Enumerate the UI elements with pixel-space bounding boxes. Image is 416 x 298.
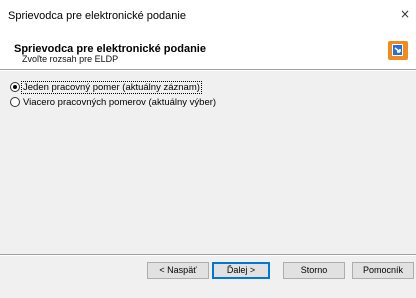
header-subtitle: Zvoľte rozsah pre ELDP xyxy=(22,54,119,64)
back-button[interactable]: < Naspäť xyxy=(147,262,209,279)
radio-button-selected[interactable] xyxy=(10,82,20,92)
window-title: Sprievodca pre elektronické podanie xyxy=(8,10,186,22)
option-single-employment[interactable]: Jeden pracovný pomer (aktuálny záznam) xyxy=(10,80,202,94)
cancel-button[interactable]: Storno xyxy=(283,262,345,279)
next-button[interactable]: Ďalej > xyxy=(212,262,270,279)
help-button[interactable]: Pomocník xyxy=(352,262,414,279)
option-label[interactable]: Viacero pracovných pomerov (aktuálny výb… xyxy=(22,97,217,108)
button-bar: < Naspäť Ďalej > Storno Pomocník xyxy=(0,254,416,298)
option-multiple-employments[interactable]: Viacero pracovných pomerov (aktuálny výb… xyxy=(10,95,217,109)
close-button[interactable]: × xyxy=(394,4,416,24)
footer-divider xyxy=(0,254,416,256)
content-panel: Jeden pracovný pomer (aktuálny záznam) V… xyxy=(0,71,416,254)
title-bar: Sprievodca pre elektronické podanie × xyxy=(0,0,416,30)
wizard-header: Sprievodca pre elektronické podanie Zvoľ… xyxy=(0,30,416,68)
option-label[interactable]: Jeden pracovný pomer (aktuálny záznam) xyxy=(21,80,202,94)
radio-button[interactable] xyxy=(10,97,20,107)
wizard-export-icon xyxy=(388,41,408,60)
